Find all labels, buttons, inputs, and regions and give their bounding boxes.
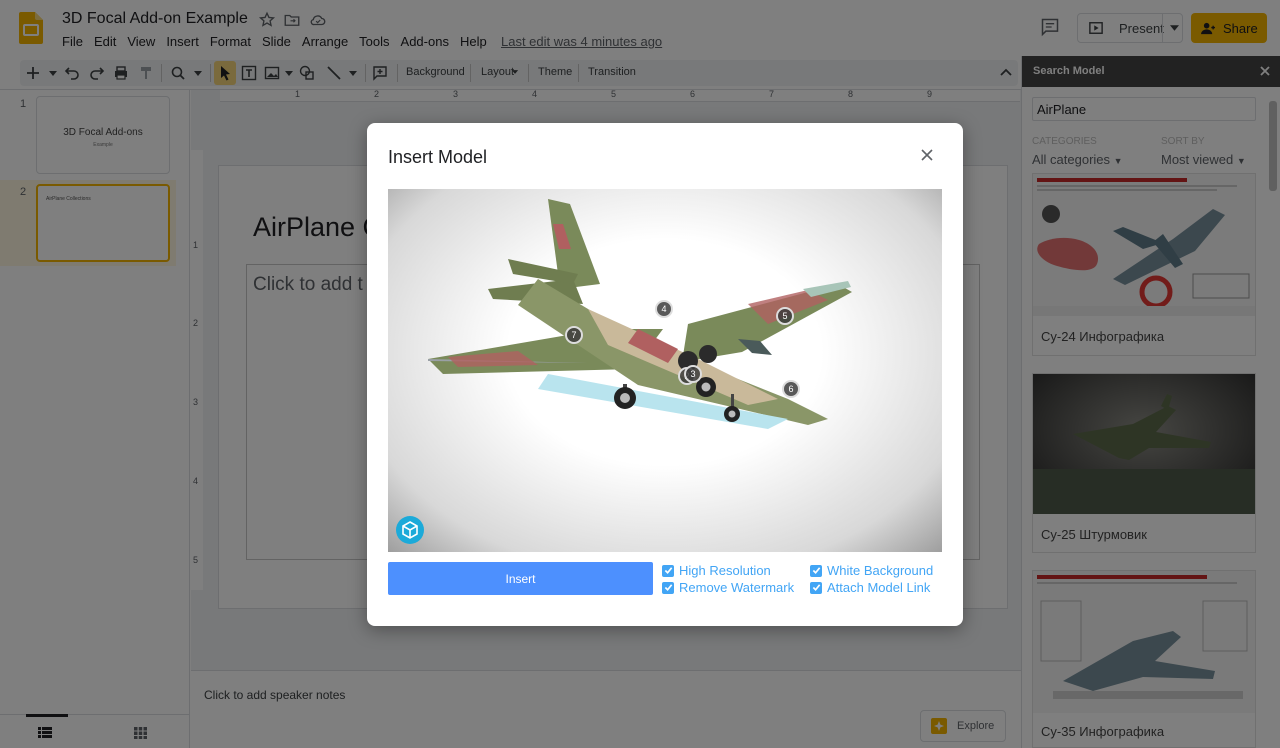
insert-model-dialog: Insert Model 3 4 5 6 7 Insert High Resol… <box>367 123 963 626</box>
white-background-checkbox[interactable]: White Background <box>810 563 933 578</box>
checkbox-checked-icon <box>662 581 674 594</box>
airplane-model <box>428 199 852 429</box>
checkbox-checked-icon <box>810 564 822 577</box>
sketchfab-badge[interactable] <box>396 516 424 544</box>
remove-watermark-checkbox[interactable]: Remove Watermark <box>662 580 794 595</box>
hotspot-7[interactable]: 7 <box>565 326 583 344</box>
attach-model-link-checkbox[interactable]: Attach Model Link <box>810 580 930 595</box>
close-icon[interactable] <box>920 148 934 162</box>
model-viewer[interactable]: 2 3 4 5 6 7 <box>388 189 942 552</box>
insert-button[interactable]: Insert <box>388 562 653 595</box>
hotspot-4[interactable]: 4 <box>655 300 673 318</box>
hotspot-3[interactable]: 3 <box>684 365 702 383</box>
cube-logo-icon <box>402 521 418 539</box>
checkbox-checked-icon <box>810 581 822 594</box>
checkbox-checked-icon <box>662 564 674 577</box>
hotspot-5[interactable]: 5 <box>776 307 794 325</box>
hotspot-6[interactable]: 6 <box>782 380 800 398</box>
high-resolution-checkbox[interactable]: High Resolution <box>662 563 771 578</box>
dialog-title: Insert Model <box>388 147 488 167</box>
